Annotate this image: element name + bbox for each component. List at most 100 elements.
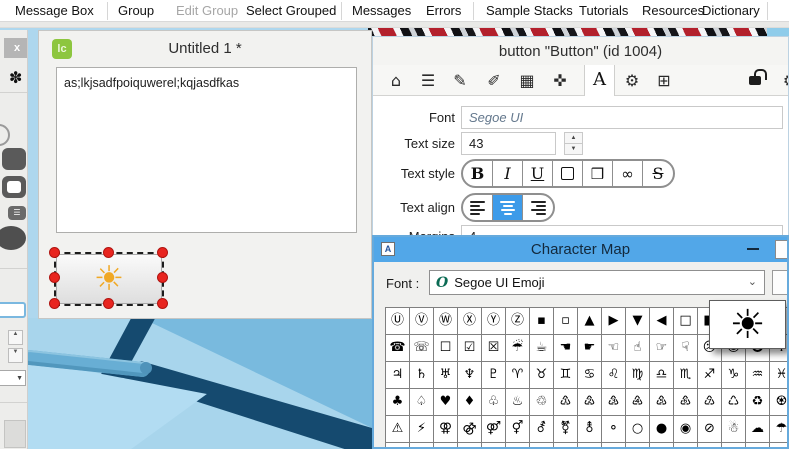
char-cell[interactable]: Ⓨ [482,308,506,335]
char-cell[interactable]: ▼ [626,308,650,335]
char-cell[interactable]: ♴ [578,389,602,416]
scrollbar-tool[interactable] [4,420,26,448]
char-cell[interactable]: Ⓥ [410,308,434,335]
char-cell[interactable]: ♉ [530,362,554,389]
selection-handle[interactable] [157,247,168,258]
tool-button[interactable] [2,176,26,198]
char-cell[interactable]: ♏ [674,362,698,389]
char-cell[interactable]: ♍ [626,362,650,389]
box3d-button[interactable]: ❒ [583,161,613,186]
char-cell[interactable]: ♶ [626,389,650,416]
char-cell[interactable]: Ⓦ [434,308,458,335]
char-cell[interactable]: ▫ [554,308,578,335]
menu-item-sample-stacks[interactable]: Sample Stacks [486,0,573,22]
stepper-down-icon[interactable]: ▼ [565,144,582,155]
geometry-icon[interactable]: ⊞ [651,65,677,96]
char-cell[interactable]: ⚡ [410,416,434,443]
strikethrough-button[interactable]: S [643,161,673,186]
char-cell[interactable]: ▶ [602,308,626,335]
char-cell[interactable]: ♹ [698,389,722,416]
char-cell[interactable]: ☛ [578,335,602,362]
char-cell[interactable]: ⚐ [410,443,434,449]
char-cell[interactable]: ⚤ [482,416,506,443]
char-cell[interactable]: ⊘ [698,416,722,443]
selection-handle[interactable] [103,298,114,309]
help-button-partial[interactable] [772,270,789,295]
char-cell[interactable]: ☐ [434,335,458,362]
char-cell[interactable]: ✄ [626,443,650,449]
tool-button[interactable] [2,148,26,170]
dropdown-tool[interactable]: ▼ [0,370,26,386]
char-cell[interactable]: ♨ [506,389,530,416]
char-cell[interactable]: ⚑ [434,443,458,449]
char-cell[interactable]: ▲ [578,308,602,335]
contents-icon[interactable]: ☰ [415,65,441,96]
bold-button[interactable]: B [463,161,493,186]
home-icon[interactable]: ⌂ [383,65,409,96]
char-cell[interactable]: ♑ [722,362,746,389]
char-cell[interactable]: ♤ [410,389,434,416]
char-cell[interactable]: ✍ [770,443,789,449]
char-cell[interactable]: ⚨ [578,416,602,443]
char-cell[interactable]: ♒ [746,362,770,389]
char-cell[interactable]: ☑ [458,335,482,362]
menu-item-group[interactable]: Group [118,0,154,22]
char-cell[interactable]: ☕ [530,335,554,362]
char-cell[interactable]: ☒ [482,335,506,362]
char-cell[interactable]: ♇ [482,362,506,389]
stack-titlebar[interactable]: lc Untitled 1 * [39,31,371,67]
char-cell[interactable]: ⚓ [482,443,506,449]
menu-item-message-box[interactable]: Message Box [15,0,94,22]
char-cell[interactable]: ✉ [674,443,698,449]
char-cell[interactable]: ☚ [554,335,578,362]
char-cell[interactable]: ♄ [410,362,434,389]
selection-handle[interactable] [49,272,60,283]
char-cell[interactable]: ♺ [722,389,746,416]
char-cell[interactable]: ♎ [650,362,674,389]
char-cell[interactable]: ♃ [386,362,410,389]
char-cell[interactable]: ♷ [650,389,674,416]
char-cell[interactable]: ♆ [458,362,482,389]
char-cell[interactable]: ◀ [650,308,674,335]
pencil-icon[interactable]: ✎ [447,65,473,96]
char-cell[interactable]: ☃ [722,416,746,443]
oval-button-tool[interactable] [0,226,26,250]
text-size-stepper[interactable]: ▲ ▼ [564,132,583,155]
char-cell[interactable]: ♐ [698,362,722,389]
selection-handle[interactable] [157,298,168,309]
spinner-down[interactable]: ▼ [8,348,23,363]
char-cell[interactable]: ☏ [410,335,434,362]
inspector-titlebar[interactable]: button "Button" (id 1004) [373,37,788,65]
char-cell[interactable]: ♳ [554,389,578,416]
char-cell[interactable]: ☜ [602,335,626,362]
menu-item-errors[interactable]: Errors [426,0,461,22]
char-cell[interactable]: ♻ [746,389,770,416]
palette-close-button[interactable]: x [4,38,28,58]
char-cell[interactable]: ✌ [746,443,770,449]
char-cell[interactable]: ▪ [530,308,554,335]
char-cell[interactable]: ⌛ [386,443,410,449]
italic-button[interactable]: I [493,161,523,186]
char-cell[interactable]: ⚠ [386,416,410,443]
char-cell[interactable]: ⚥ [506,416,530,443]
char-cell[interactable]: Ⓧ [458,308,482,335]
char-cell[interactable]: Ⓤ [386,308,410,335]
minimize-button[interactable] [747,248,759,250]
char-cell[interactable]: ♥ [434,389,458,416]
char-cell[interactable]: ☞ [650,335,674,362]
text-size-input[interactable]: 43 [461,132,556,155]
oval-tool-icon[interactable] [0,124,10,146]
char-cell[interactable]: ✃ [602,443,626,449]
menu-item-select-grouped[interactable]: Select Grouped [246,0,336,22]
char-cell[interactable]: ☁ [746,416,770,443]
option-menu-tool[interactable]: ☰ [8,206,26,220]
menu-item-messages[interactable]: Messages [352,0,411,22]
char-cell[interactable]: ⚬ [602,416,626,443]
gears-icon[interactable]: ⚙ [619,65,645,96]
partial-gear-icon[interactable]: ⚙ [777,65,789,96]
char-cell[interactable]: ✊ [698,443,722,449]
image-icon[interactable]: ▦ [514,65,540,96]
char-cell[interactable]: ● [650,416,674,443]
char-cell[interactable]: ♅ [434,362,458,389]
char-cell[interactable]: ⚕ [530,443,554,449]
